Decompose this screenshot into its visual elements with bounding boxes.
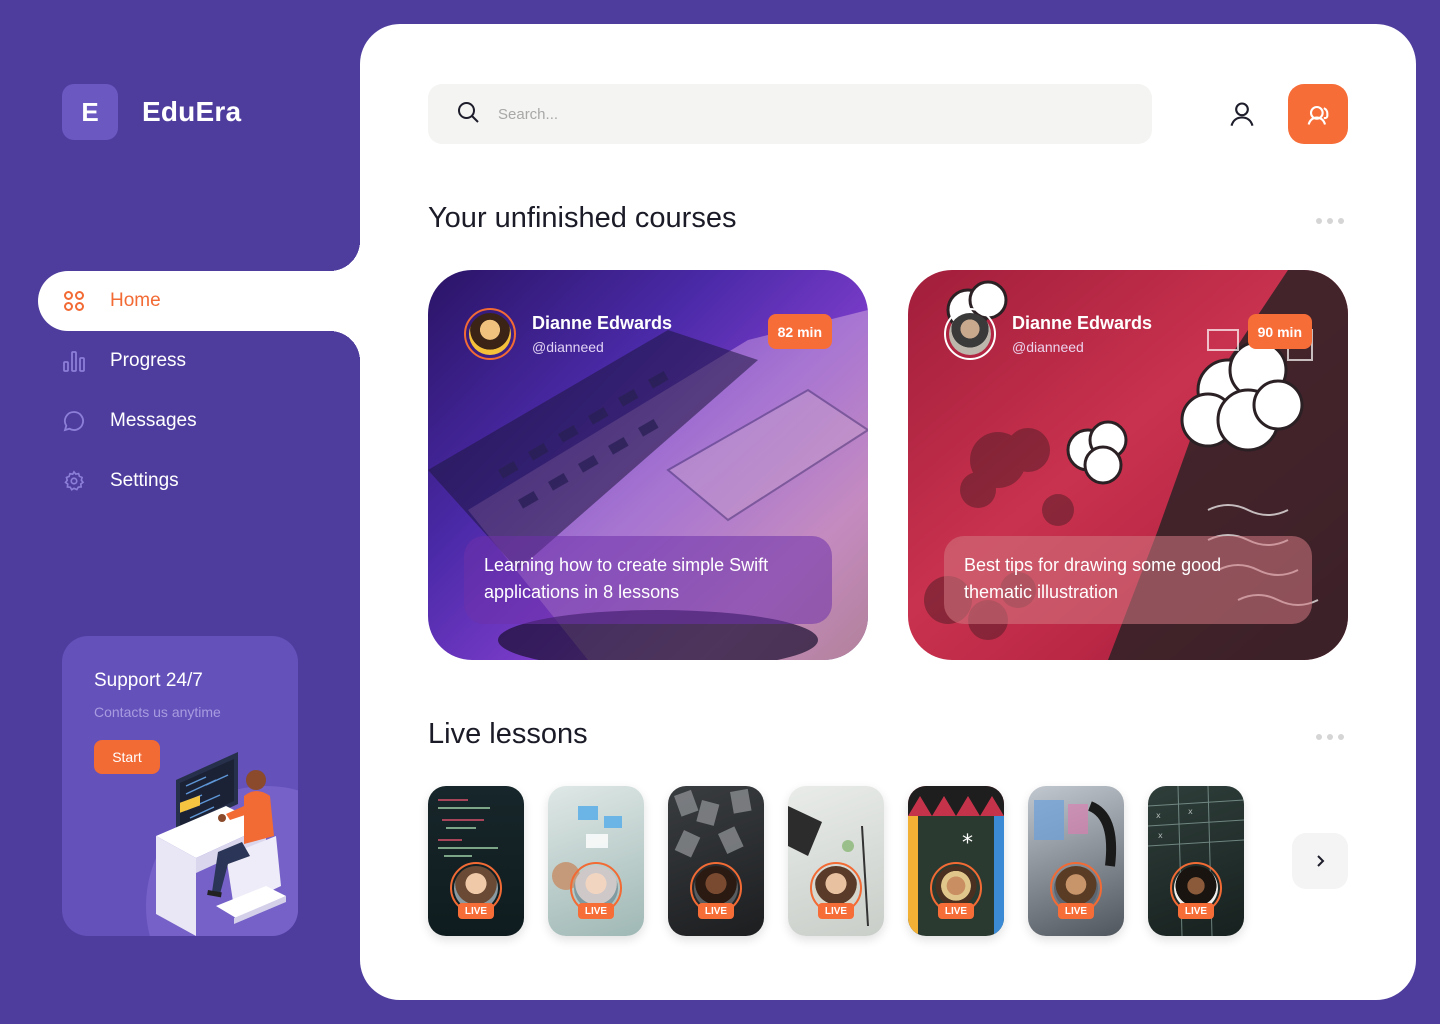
courses-more-icon[interactable] [1316,218,1344,224]
logo-mark: E [62,84,118,140]
duration-badge: 82 min [767,314,832,349]
live-badge: LIVE [578,903,614,919]
app-name: EduEra [142,96,242,127]
author-avatar [464,308,516,360]
course-card[interactable]: Dianne Edwards @dianneed 90 min Best tip… [908,270,1348,660]
duration-badge: 90 min [1247,314,1312,349]
live-lesson-tile[interactable]: LIVE [668,786,764,936]
live-lesson-tile[interactable]: LIVE [428,786,524,936]
sidebar-item-label: Messages [110,410,197,431]
live-lesson-tile[interactable]: LIVE [548,786,644,936]
search-icon [456,100,480,129]
live-badge: LIVE [458,903,494,919]
sidebar-item-progress[interactable]: Progress [0,331,360,391]
support-chat-button[interactable] [1288,84,1348,144]
live-lesson-tile[interactable]: LIVE [1028,786,1124,936]
sidebar-item-home[interactable]: Home [38,241,360,361]
author-name: Dianne Edwards [1012,313,1153,333]
user-icon [1230,102,1254,127]
live-lesson-tile[interactable]: * LIVE [908,786,1004,936]
live-next-button[interactable] [1292,833,1348,889]
sidebar-item-label: Settings [110,470,179,491]
live-lessons-list: LIVE LIVE LIVE LIVE * LIVE LIVE x x x LI… [428,786,1244,936]
sidebar-item-messages[interactable]: Messages [0,391,360,451]
profile-button[interactable] [1226,98,1258,130]
gear-icon [62,469,86,493]
live-lesson-tile[interactable]: LIVE [788,786,884,936]
course-title: Learning how to create simple Swift appl… [464,536,832,624]
sidebar-item-label: Progress [110,350,187,371]
author-avatar [944,308,996,360]
main-panel: Your unfinished courses [360,24,1416,1000]
course-title: Best tips for drawing some good thematic… [944,536,1312,624]
course-author[interactable]: Dianne Edwards @dianneed [944,308,1152,360]
live-badge: LIVE [1178,903,1214,919]
live-badge: LIVE [1058,903,1094,919]
chevron-right-icon [1317,855,1325,867]
author-name: Dianne Edwards [532,313,673,333]
author-handle: @dianneed [532,339,604,355]
unfinished-courses-title: Your unfinished courses [428,202,737,234]
live-badge: LIVE [698,903,734,919]
author-handle: @dianneed [1012,339,1084,355]
course-author[interactable]: Dianne Edwards @dianneed [464,308,672,360]
chat-bubble-icon [62,409,86,433]
live-badge: LIVE [938,903,974,919]
search-input[interactable] [498,105,1098,123]
developer-illustration [146,752,298,936]
sidebar-item-label: Home [110,290,161,311]
app-logo[interactable]: E EduEra [62,84,241,140]
grid-icon [62,289,86,313]
live-lesson-tile[interactable]: x x x LIVE [1148,786,1244,936]
search-bar[interactable] [428,84,1152,144]
headset-user-icon [1307,105,1329,125]
support-title: Support 24/7 [94,670,203,691]
live-lessons-title: Live lessons [428,718,588,750]
sidebar-item-settings[interactable]: Settings [0,451,360,511]
sidebar-nav: Home Progress Messages Settings [0,241,360,511]
bar-chart-icon [62,349,86,373]
svg-text:x: x [1188,807,1193,816]
svg-text:x: x [1158,831,1163,840]
live-badge: LIVE [818,903,854,919]
support-subtitle: Contacts us anytime [94,704,221,720]
support-card: Support 24/7 Contacts us anytime Start [62,636,298,936]
svg-text:x: x [1156,811,1161,820]
course-card[interactable]: Dianne Edwards @dianneed 82 min Learning… [428,270,868,660]
live-more-icon[interactable] [1316,734,1344,740]
svg-text:*: * [962,831,973,856]
